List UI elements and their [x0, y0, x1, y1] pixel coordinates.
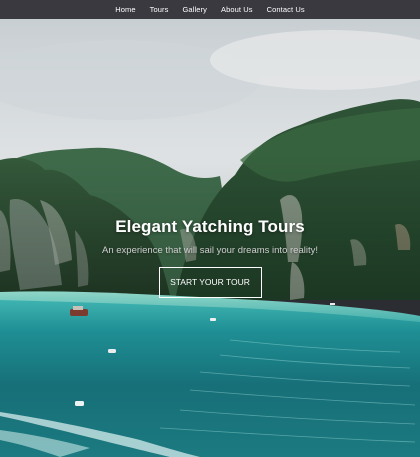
top-navbar: Home Tours Gallery About Us Contact Us [0, 0, 420, 19]
nav-link-contact-us[interactable]: Contact Us [267, 5, 305, 14]
hero-title: Elegant Yatching Tours [115, 217, 305, 236]
page: Home Tours Gallery About Us Contact Us E… [0, 0, 420, 457]
nav-link-tours[interactable]: Tours [150, 5, 169, 14]
hero-subtitle: An experience that will sail your dreams… [102, 245, 318, 256]
nav-link-about-us[interactable]: About Us [221, 5, 253, 14]
hero-section: Elegant Yatching Tours An experience tha… [0, 217, 420, 298]
start-your-tour-button[interactable]: START YOUR TOUR [158, 267, 262, 298]
nav-link-gallery[interactable]: Gallery [183, 5, 207, 14]
nav-link-home[interactable]: Home [115, 5, 135, 14]
